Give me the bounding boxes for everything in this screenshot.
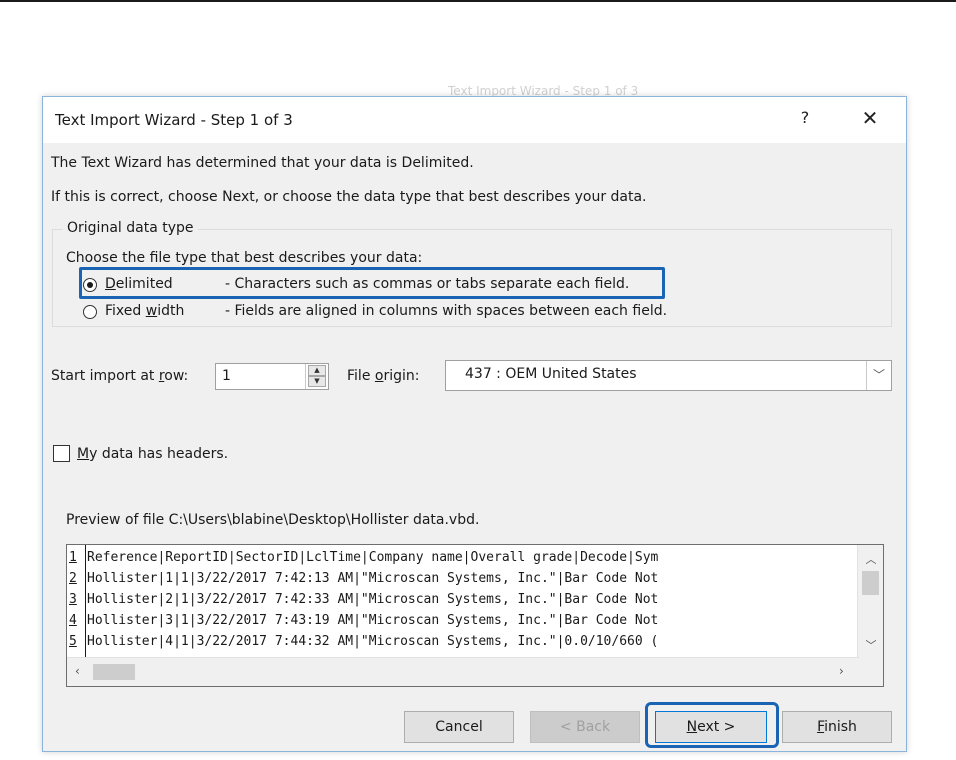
headers-checkbox-label[interactable]: My data has headers. (77, 446, 228, 462)
finish-button[interactable]: Finish (782, 711, 892, 743)
top-rule (0, 0, 956, 2)
preview-vertical-scrollbar[interactable]: ︿ ﹀ (857, 545, 883, 657)
background-text: Text Import Wizard - Step 1 of 3 (448, 84, 639, 96)
file-origin-label: File origin: (347, 368, 420, 384)
spin-down-icon[interactable]: ▼ (308, 376, 326, 387)
radio-fixed-width-description: - Fields are aligned in columns with spa… (225, 303, 668, 319)
headers-checkbox[interactable] (53, 445, 70, 462)
radio-fixed-width-indicator[interactable] (83, 305, 97, 319)
scroll-corner (859, 657, 883, 686)
back-button[interactable]: < Back (530, 711, 640, 743)
file-origin-value: 437 : OEM United States (465, 366, 637, 382)
file-origin-select[interactable]: 437 : OEM United States ﹀ (445, 360, 892, 391)
scroll-right-icon[interactable]: › (839, 664, 844, 678)
dialog-title: Text Import Wizard - Step 1 of 3 (55, 111, 293, 129)
cancel-button[interactable]: Cancel (404, 711, 514, 743)
horizontal-scroll-thumb[interactable] (93, 664, 135, 680)
group-prompt: Choose the file type that best describes… (66, 250, 423, 266)
vertical-scroll-thumb[interactable] (862, 571, 879, 595)
scroll-up-icon[interactable]: ︿ (858, 551, 883, 567)
message-line-1: The Text Wizard has determined that your… (51, 155, 474, 171)
start-row-spinner[interactable]: ▲ ▼ (305, 364, 328, 389)
chevron-down-icon[interactable]: ﹀ (866, 361, 891, 390)
help-button[interactable]: ? (795, 108, 815, 130)
text-import-wizard-dialog: Text Import Wizard - Step 1 of 3 ? ✕ The… (42, 96, 907, 752)
title-bar: Text Import Wizard - Step 1 of 3 ? ✕ (43, 97, 906, 143)
scroll-down-icon[interactable]: ﹀ (858, 637, 883, 653)
group-legend: Original data type (63, 220, 198, 236)
scroll-left-icon[interactable]: ‹ (75, 664, 80, 678)
start-row-label: Start import at row: (51, 368, 189, 384)
preview-horizontal-scrollbar[interactable]: ‹ › (67, 657, 859, 686)
message-line-2: If this is correct, choose Next, or choo… (51, 189, 647, 205)
preview-label: Preview of file C:\Users\blabine\Desktop… (66, 512, 480, 528)
close-button[interactable]: ✕ (855, 105, 885, 131)
spin-up-icon[interactable]: ▲ (308, 365, 326, 376)
delimited-highlight-box (79, 267, 665, 299)
close-icon: ✕ (861, 106, 879, 130)
line-number-separator (85, 545, 86, 657)
preview-box[interactable]: 1 Reference|ReportID|SectorID|LclTime|Com… (66, 544, 884, 687)
radio-fixed-width-label: Fixed width (105, 303, 185, 319)
next-highlight-box (645, 702, 779, 748)
